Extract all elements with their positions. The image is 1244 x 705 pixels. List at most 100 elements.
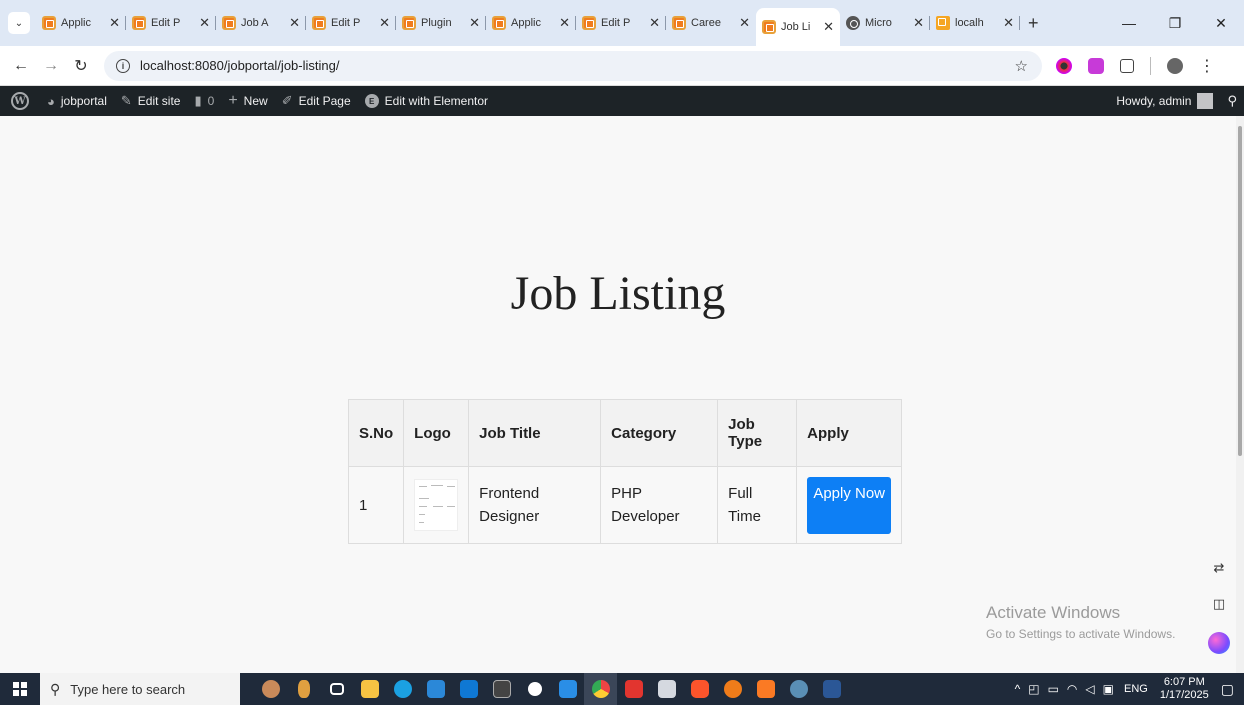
brain-extension-icon[interactable] <box>1088 57 1104 74</box>
extensions-puzzle-icon[interactable] <box>1120 58 1134 73</box>
taskbar-search-box[interactable]: ⚲ Type here to search <box>40 673 240 705</box>
avatar <box>1197 93 1214 109</box>
mysql-workbench-icon[interactable] <box>782 673 815 705</box>
tray-icons: ^ ◰ ▭ ◠ ◁ ▣ <box>1015 682 1114 696</box>
admin-search-button[interactable]: ⚲ <box>1220 86 1244 116</box>
window-close-icon[interactable]: ✕ <box>1198 15 1244 32</box>
browser-tab[interactable]: Micro ✕ <box>840 7 930 39</box>
tab-close-icon[interactable]: ✕ <box>649 15 660 31</box>
store-icon[interactable] <box>419 673 452 705</box>
profile-avatar-icon[interactable] <box>1167 57 1183 74</box>
people-widget-icon[interactable] <box>254 673 287 705</box>
edit-page-menu[interactable]: ✐ Edit Page <box>275 86 358 116</box>
people-widget-2-icon[interactable] <box>287 673 320 705</box>
scrollbar-thumb[interactable] <box>1238 126 1242 456</box>
xampp-icon[interactable] <box>749 673 782 705</box>
tab-close-icon[interactable]: ✕ <box>289 15 300 31</box>
tab-close-icon[interactable]: ✕ <box>1003 15 1014 31</box>
browser-tab[interactable]: Applic ✕ <box>486 7 576 39</box>
minimize-icon[interactable]: — <box>1106 15 1152 31</box>
keyboard-icon[interactable]: ▭ <box>1048 682 1059 696</box>
browser-menu-icon[interactable]: ⋮ <box>1199 56 1215 76</box>
address-bar[interactable]: i localhost:8080/jobportal/job-listing/ … <box>104 50 1042 81</box>
edge-browser-icon[interactable] <box>386 673 419 705</box>
back-arrow-icon[interactable]: ← <box>6 57 36 75</box>
new-content-menu[interactable]: + New <box>221 86 274 116</box>
wifi-icon[interactable]: ◠ <box>1067 682 1077 696</box>
tab-close-icon[interactable]: ✕ <box>739 15 750 31</box>
chevron-up-icon[interactable]: ^ <box>1015 682 1021 696</box>
elementor-label: Edit with Elementor <box>384 94 489 108</box>
search-placeholder: Type here to search <box>70 681 186 697</box>
tab-close-icon[interactable]: ✕ <box>199 15 210 31</box>
mail-icon[interactable] <box>452 673 485 705</box>
browser-tab[interactable]: Edit P ✕ <box>306 7 396 39</box>
tab-label: Edit P <box>601 17 631 29</box>
browser-tab[interactable]: Edit P ✕ <box>126 7 216 39</box>
chart-app-icon[interactable] <box>650 673 683 705</box>
apply-now-button[interactable]: Apply Now <box>807 476 892 534</box>
color-picker-extension-icon[interactable] <box>1056 57 1072 74</box>
forward-arrow-icon[interactable]: → <box>36 57 66 75</box>
cell-job-type: Full Time <box>717 466 798 544</box>
tab-close-icon[interactable]: ✕ <box>559 15 570 31</box>
site-name-menu[interactable]: ◕ jobportal <box>40 86 114 116</box>
wp-logo-menu[interactable]: W <box>0 86 40 116</box>
task-view-icon[interactable] <box>320 673 353 705</box>
tab-close-icon[interactable]: ✕ <box>379 15 390 31</box>
page-content: Job Listing S.No Logo Job Title Category… <box>0 116 1236 673</box>
browser-tab[interactable]: Plugin ✕ <box>396 7 486 39</box>
system-tray: ^ ◰ ▭ ◠ ◁ ▣ ENG 6:07 PM 1/17/2025 ▢ <box>1015 673 1244 705</box>
comments-menu[interactable]: ▮ 0 <box>187 86 221 116</box>
browser-tab[interactable]: localh ✕ <box>930 7 1020 39</box>
volume-icon[interactable]: ◁ <box>1085 682 1094 696</box>
page-scrollbar[interactable] <box>1236 116 1244 673</box>
search-icon: ⚲ <box>50 680 61 697</box>
new-tab-button[interactable]: + <box>1028 13 1039 34</box>
start-button[interactable] <box>0 682 40 696</box>
tab-close-icon[interactable]: ✕ <box>109 15 120 31</box>
tab-close-icon[interactable]: ✕ <box>913 15 924 31</box>
file-explorer-icon[interactable] <box>353 673 386 705</box>
notification-icon[interactable]: ▢ <box>1221 681 1234 698</box>
browser-tab[interactable]: Job A ✕ <box>216 7 306 39</box>
postman-icon[interactable] <box>716 673 749 705</box>
tab-search-chevron-icon[interactable]: ⌄ <box>8 12 30 34</box>
my-account-menu[interactable]: Howdy, admin <box>1109 86 1220 116</box>
word-icon[interactable] <box>815 673 848 705</box>
wp-admin-bar: W ◕ jobportal ✎ Edit site ▮ 0 + New ✐ Edit Pa… <box>0 86 1244 116</box>
site-info-icon[interactable]: i <box>116 58 130 73</box>
extensions-area: ⋮ <box>1056 56 1215 76</box>
vscode-icon[interactable] <box>551 673 584 705</box>
language-indicator[interactable]: ENG <box>1124 683 1148 695</box>
meet-now-icon[interactable]: ◰ <box>1028 682 1039 696</box>
display-icon[interactable]: ▣ <box>1103 682 1114 696</box>
browser-tab[interactable]: Caree ✕ <box>666 7 756 39</box>
browser-tab-active[interactable]: Job Li ✕ <box>756 8 840 46</box>
pencil-icon: ✐ <box>281 93 293 108</box>
reading-mode-icon[interactable]: ◫ <box>1209 596 1229 616</box>
browser-tab[interactable]: Applic ✕ <box>36 7 126 39</box>
anydesk-icon[interactable] <box>617 673 650 705</box>
clock-date: 1/17/2025 <box>1159 689 1209 701</box>
chrome-icon[interactable] <box>584 673 617 705</box>
browser-tab[interactable]: Edit P ✕ <box>576 7 666 39</box>
url-text[interactable]: localhost:8080/jobportal/job-listing/ <box>140 58 1015 73</box>
tab-close-icon[interactable]: ✕ <box>469 15 480 31</box>
terminal-icon[interactable] <box>485 673 518 705</box>
edit-site-menu[interactable]: ✎ Edit site <box>114 86 188 116</box>
xampp-favicon-icon <box>672 16 686 30</box>
new-label: New <box>243 94 268 108</box>
tab-close-icon[interactable]: ✕ <box>823 19 834 35</box>
mongodb-icon[interactable] <box>518 673 551 705</box>
comments-count: 0 <box>207 94 215 108</box>
bookmark-star-icon[interactable]: ☆ <box>1015 57 1028 75</box>
reload-icon[interactable]: ↻ <box>66 56 96 76</box>
clock[interactable]: 6:07 PM 1/17/2025 <box>1160 676 1209 702</box>
translate-icon[interactable]: ⇄ <box>1209 560 1229 580</box>
brave-icon[interactable] <box>683 673 716 705</box>
brain-assistant-icon[interactable] <box>1208 632 1230 654</box>
restore-icon[interactable]: ❐ <box>1152 15 1198 32</box>
elementor-menu[interactable]: E Edit with Elementor <box>358 86 495 116</box>
header-sno: S.No <box>347 399 405 467</box>
